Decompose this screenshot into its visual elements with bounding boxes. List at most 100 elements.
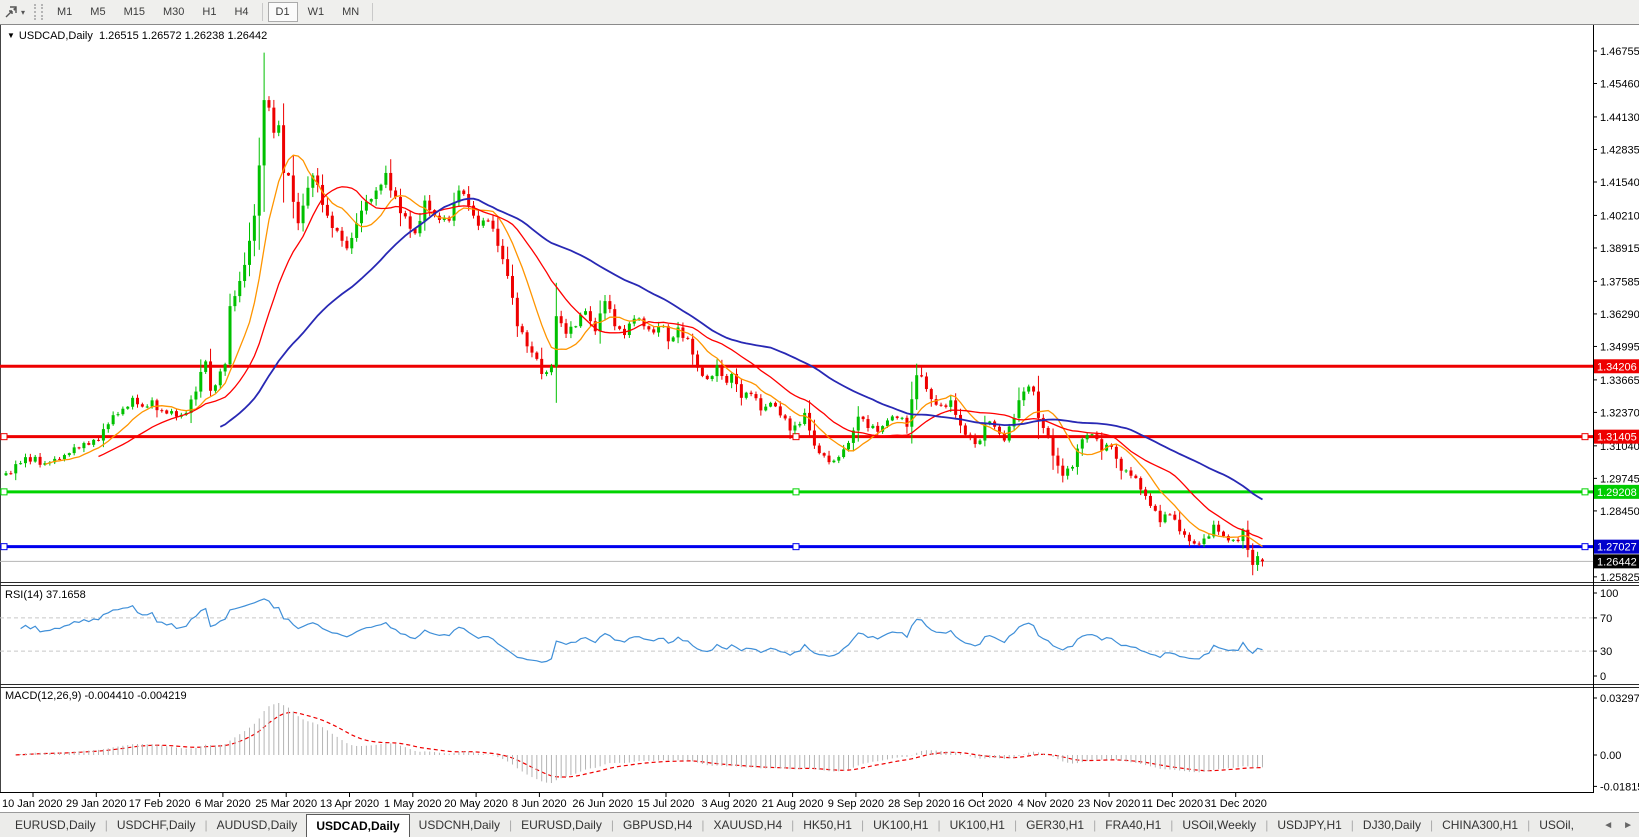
macd-axis-label: 0.032972	[1600, 693, 1639, 705]
chart-tab-usoil-[interactable]: USOil,	[1530, 813, 1583, 837]
price-axis-label: 1.42835	[1600, 144, 1639, 156]
price-axis-label: 1.41540	[1600, 177, 1639, 189]
mt4-window: { "toolbar": { "chart_tool_icon": "curso…	[0, 0, 1639, 837]
price-badge-1.29208: 1.29208	[1594, 484, 1639, 499]
chart-tab-china300-h1[interactable]: CHINA300,H1	[1433, 813, 1527, 837]
line-drag-handle[interactable]	[0, 488, 8, 496]
date-label: 15 Jul 2020	[638, 798, 695, 810]
timeframe-button-m5[interactable]: M5	[82, 2, 113, 22]
date-label: 21 Aug 2020	[762, 798, 824, 810]
chart-tab-ger30-h1[interactable]: GER30,H1	[1017, 813, 1093, 837]
date-axis: 10 Jan 2020 29 Jan 2020 17 Feb 2020 6 Mar 2…	[2, 793, 1267, 810]
chart-tab-usdchf-daily[interactable]: USDCHF,Daily	[108, 813, 205, 837]
symbol-collapse-caret-icon[interactable]: ▼	[7, 31, 15, 40]
chart-tab-gbpusd-h4[interactable]: GBPUSD,H4	[614, 813, 701, 837]
date-label: 20 May 2020	[444, 798, 508, 810]
timeframe-button-h1[interactable]: H1	[194, 2, 224, 22]
timeframe-button-m30[interactable]: M30	[155, 2, 192, 22]
price-badge-1.27027: 1.27027	[1594, 539, 1639, 554]
chart-tab-audusd-daily[interactable]: AUDUSD,Daily	[208, 813, 307, 837]
macd-axis-label: 0.00	[1600, 750, 1621, 762]
date-label: 26 Jun 2020	[572, 798, 633, 810]
timeframe-button-row: M1 M5 M15 M30 H1 H4 D1 W1 MN	[48, 2, 368, 22]
rsi-indicator-label: RSI(14) 37.1658	[5, 589, 86, 601]
chart-tab-eurusd-daily[interactable]: EURUSD,Daily	[6, 813, 105, 837]
horizontal-line-1.31405[interactable]	[0, 433, 1593, 441]
timeframe-button-w1[interactable]: W1	[300, 2, 333, 22]
price-axis: 1.46755 1.45460 1.44130 1.42835 1.41540 1.402…	[1593, 46, 1639, 584]
toolbar-divider	[261, 3, 263, 21]
price-axis-label: 1.46755	[1600, 46, 1639, 58]
svg-text:1.26442: 1.26442	[1597, 556, 1637, 568]
chart-tab-fra40-h1[interactable]: FRA40,H1	[1096, 813, 1170, 837]
date-label: 28 Sep 2020	[888, 798, 950, 810]
price-axis-label: 1.37585	[1600, 276, 1639, 288]
tab-scroll-left-icon[interactable]: ◄	[1603, 820, 1613, 831]
horizontal-line-1.29208[interactable]	[0, 488, 1593, 496]
tab-scroll-right-icon[interactable]: ►	[1623, 820, 1633, 831]
timeframe-button-mn[interactable]: MN	[334, 2, 367, 22]
date-label: 6 Mar 2020	[195, 798, 251, 810]
price-axis-label: 1.29745	[1600, 473, 1639, 485]
line-drag-handle[interactable]	[792, 543, 800, 551]
date-label: 11 Dec 2020	[1142, 798, 1204, 810]
price-axis-label: 1.40210	[1600, 210, 1639, 222]
chart-tab-usoil-weekly[interactable]: USOil,Weekly	[1173, 813, 1265, 837]
chart-tab-uk100-h1[interactable]: UK100,H1	[941, 813, 1014, 837]
chart-tab-usdcad-daily[interactable]: USDCAD,Daily	[306, 814, 410, 837]
rsi-axis-label: 30	[1600, 646, 1612, 658]
price-axis-label: 1.38915	[1600, 243, 1639, 255]
line-drag-handle[interactable]	[792, 433, 800, 441]
rsi-axis-label: 100	[1600, 588, 1618, 600]
line-drag-handle[interactable]	[1581, 488, 1589, 496]
chart-tab-uk100-h1[interactable]: UK100,H1	[864, 813, 937, 837]
chart-tool-button[interactable]: ▾	[0, 0, 29, 24]
rsi-pane: 100 70 30 0	[0, 588, 1618, 683]
price-axis-label: 1.28450	[1600, 506, 1639, 518]
date-label: 9 Sep 2020	[828, 798, 884, 810]
chevron-down-icon: ▾	[21, 7, 26, 17]
date-label: 17 Feb 2020	[129, 798, 191, 810]
cursor-arrows-icon	[5, 6, 17, 18]
date-label: 3 Aug 2020	[701, 798, 757, 810]
svg-text:1.29208: 1.29208	[1597, 487, 1637, 499]
date-label: 4 Nov 2020	[1018, 798, 1074, 810]
price-badge-1.31405: 1.31405	[1594, 429, 1639, 444]
svg-text:1.31405: 1.31405	[1597, 432, 1637, 444]
ma-slow-blue-line	[219, 197, 1263, 501]
rsi-axis-label: 0	[1600, 671, 1606, 683]
price-axis-label: 1.44130	[1600, 112, 1639, 124]
toolbar-grip-handle[interactable]	[34, 4, 44, 20]
price-axis-label: 1.34995	[1600, 341, 1639, 353]
timeframe-button-m15[interactable]: M15	[116, 2, 153, 22]
date-label: 23 Nov 2020	[1078, 798, 1140, 810]
line-drag-handle[interactable]	[1581, 433, 1589, 441]
price-axis-label: 1.32370	[1600, 407, 1639, 419]
timeframe-button-d1[interactable]: D1	[267, 2, 298, 22]
price-axis-label: 1.45460	[1600, 79, 1639, 91]
horizontal-line-1.27027[interactable]	[0, 543, 1593, 551]
svg-text:1.34206: 1.34206	[1597, 361, 1637, 373]
date-label: 31 Dec 2020	[1205, 798, 1267, 810]
chart-tab-xauusd-h4[interactable]: XAUUSD,H4	[704, 813, 791, 837]
line-drag-handle[interactable]	[0, 543, 8, 551]
chart-canvas[interactable]: 1.46755 1.45460 1.44130 1.42835 1.41540 1.402…	[0, 25, 1639, 812]
price-axis-label: 1.33665	[1600, 375, 1639, 387]
date-label: 13 Apr 2020	[320, 798, 379, 810]
chart-tab-usdjpy-h1[interactable]: USDJPY,H1	[1268, 813, 1350, 837]
price-badge-1.34206: 1.34206	[1594, 359, 1639, 374]
chart-tab-bar: EURUSD,Daily | USDCHF,Daily | AUDUSD,Daily US…	[0, 812, 1639, 837]
timeframe-button-h4[interactable]: H4	[226, 2, 256, 22]
chart-tab-dj30-daily[interactable]: DJ30,Daily	[1354, 813, 1430, 837]
tab-row: EURUSD,Daily | USDCHF,Daily | AUDUSD,Daily US…	[6, 813, 1583, 837]
line-drag-handle[interactable]	[792, 488, 800, 496]
svg-text:1.27027: 1.27027	[1597, 542, 1637, 554]
chart-tab-usdcnh-daily[interactable]: USDCNH,Daily	[410, 813, 509, 837]
timeframe-button-m1[interactable]: M1	[49, 2, 80, 22]
chart-tab-eurusd-daily[interactable]: EURUSD,Daily	[512, 813, 611, 837]
line-drag-handle[interactable]	[0, 433, 8, 441]
candlestick-series	[4, 52, 1264, 576]
chart-tab-hk50-h1[interactable]: HK50,H1	[794, 813, 861, 837]
line-drag-handle[interactable]	[1581, 543, 1589, 551]
date-label: 1 May 2020	[384, 798, 441, 810]
